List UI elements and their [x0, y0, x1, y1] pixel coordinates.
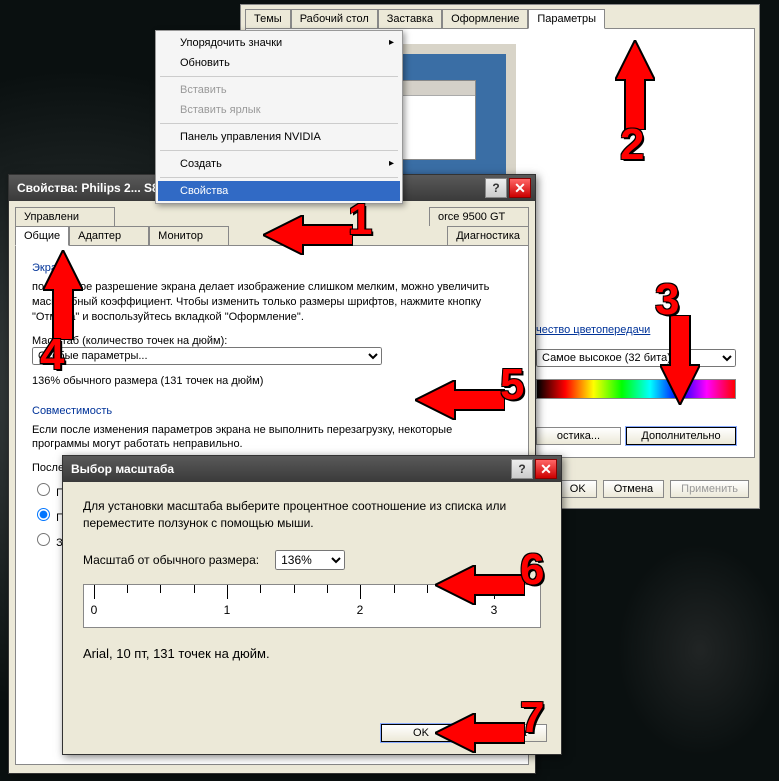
ctx-arrange-icons[interactable]: Упорядочить значки: [158, 33, 400, 53]
ctx-separator: [160, 123, 398, 124]
ruler-mark: 1: [224, 603, 231, 617]
tab-screensaver[interactable]: Заставка: [378, 9, 442, 28]
scale-title-text: Выбор масштаба: [71, 462, 509, 476]
ctx-nvidia-panel[interactable]: Панель управления NVIDIA: [158, 127, 400, 147]
ctx-separator: [160, 150, 398, 151]
scale-body: Для установки масштаба выберите процентн…: [63, 482, 561, 691]
troubleshoot-button[interactable]: остика...: [536, 427, 621, 445]
screen-section-title: Экран: [32, 262, 512, 274]
scale-percent-select[interactable]: 136%: [275, 550, 345, 570]
scale-titlebar[interactable]: Выбор масштаба ? ✕: [63, 456, 561, 482]
display-tabs: Темы Рабочий стол Заставка Оформление Па…: [241, 5, 759, 28]
compat-description: Если после изменения параметров экрана н…: [32, 423, 512, 453]
scale-ok-button[interactable]: OK: [381, 724, 461, 742]
ctx-paste: Вставить: [158, 80, 400, 100]
tab-settings[interactable]: Параметры: [528, 9, 605, 29]
scale-selection-window: Выбор масштаба ? ✕ Для установки масштаб…: [62, 455, 562, 755]
scale-cancel-button[interactable]: Отмена: [467, 724, 547, 742]
compat-section-title: Совместимость: [32, 405, 512, 417]
tab-general[interactable]: Общие: [15, 226, 69, 246]
scale-description: Для установки масштаба выберите процентн…: [83, 498, 541, 532]
color-quality-label: чество цветопередачи: [536, 324, 650, 336]
close-icon[interactable]: ✕: [509, 178, 531, 198]
tab-monitor[interactable]: Монитор: [149, 226, 229, 245]
color-spectrum-preview: [536, 379, 736, 399]
scale-sample-text: Arial, 10 пт, 131 точек на дюйм.: [83, 646, 541, 661]
tab-adapter[interactable]: Адаптер: [69, 226, 149, 245]
tab-themes[interactable]: Темы: [245, 9, 291, 28]
display-apply-button: Применить: [670, 480, 749, 498]
dpi-description: пользуемое разрешение экрана делает изоб…: [32, 280, 512, 325]
ruler-mark: 3: [491, 603, 498, 617]
close-icon[interactable]: ✕: [535, 459, 557, 479]
dpi-info-text: 136% обычного размера (131 точек на дюйм…: [32, 375, 512, 387]
advanced-button[interactable]: Дополнительно: [626, 427, 736, 445]
ctx-refresh[interactable]: Обновить: [158, 53, 400, 73]
ctx-separator: [160, 76, 398, 77]
color-quality-select[interactable]: Самое высокое (32 бита): [536, 349, 736, 367]
dpi-scale-label: Масштаб (количество точек на дюйм):: [32, 335, 512, 347]
help-icon[interactable]: ?: [485, 178, 507, 198]
ctx-new[interactable]: Создать: [158, 154, 400, 174]
tab-diagnostics[interactable]: Диагностика: [447, 226, 529, 245]
ruler-mark: 0: [91, 603, 98, 617]
tab-desktop[interactable]: Рабочий стол: [291, 9, 378, 28]
tab-appearance[interactable]: Оформление: [442, 9, 528, 28]
tab-geforce[interactable]: orce 9500 GT: [429, 207, 529, 226]
ctx-paste-shortcut: Вставить ярлык: [158, 100, 400, 120]
display-cancel-button[interactable]: Отмена: [603, 480, 664, 498]
scale-ruler[interactable]: 0 1 2 3: [83, 584, 541, 628]
ctx-separator: [160, 177, 398, 178]
display-ok-button[interactable]: OK: [559, 480, 597, 498]
desktop-context-menu: Упорядочить значки Обновить Вставить Вст…: [155, 30, 403, 204]
help-icon[interactable]: ?: [511, 459, 533, 479]
ruler-mark: 2: [357, 603, 364, 617]
dpi-scale-select[interactable]: Особые параметры...: [32, 347, 382, 365]
scale-percent-label: Масштаб от обычного размера:: [83, 553, 259, 567]
tab-color-management[interactable]: Управлени: [15, 207, 115, 226]
ctx-properties[interactable]: Свойства: [158, 181, 400, 201]
